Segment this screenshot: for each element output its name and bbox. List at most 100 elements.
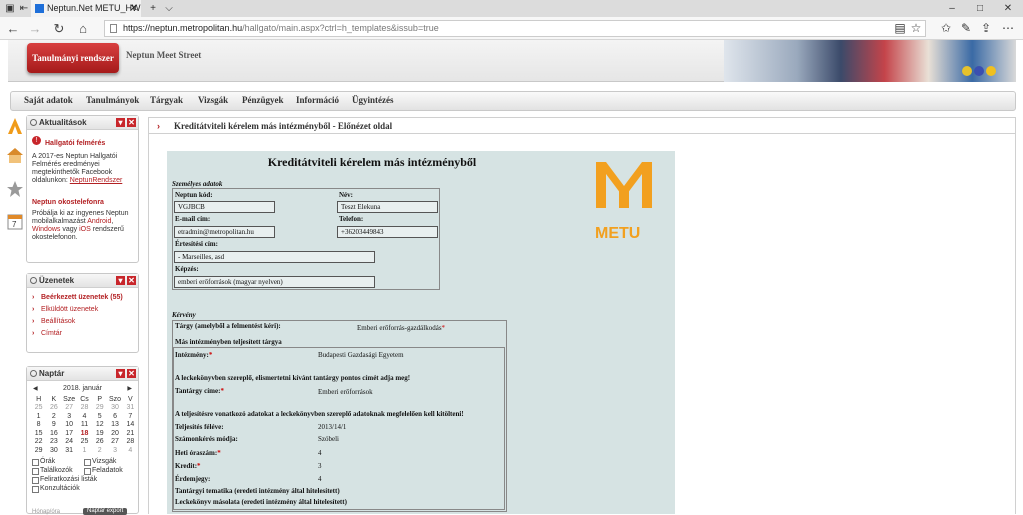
directory-link[interactable]: Címtár <box>27 328 138 340</box>
windows-link[interactable]: Windows <box>32 226 60 233</box>
calendar-day[interactable]: 3 <box>61 412 76 421</box>
calendar-day[interactable]: 4 <box>77 412 92 421</box>
calendar-day[interactable]: 25 <box>77 438 92 447</box>
minimize-box-icon[interactable]: ▾ <box>116 118 125 127</box>
calendar-day[interactable]: 3 <box>107 446 122 455</box>
tab-list-icon[interactable]: ⌵ <box>162 0 176 17</box>
menu-item-penzugyek[interactable]: Pénzügyek <box>242 95 284 105</box>
system-title-button[interactable]: Tanulmányi rendszer <box>27 43 119 73</box>
filter-konzultaciok-checkbox[interactable]: Konzultációk <box>32 485 80 493</box>
calendar-day[interactable]: 24 <box>61 438 76 447</box>
menu-item-informacio[interactable]: Információ <box>296 95 339 105</box>
minimize-box-icon[interactable]: ▾ <box>116 276 125 285</box>
calendar-view-toggle[interactable]: Hónap/óra <box>32 509 60 515</box>
notes-icon[interactable]: ✎ <box>956 17 976 40</box>
calendar-day[interactable]: 12 <box>92 421 107 430</box>
menu-item-sajat-adatok[interactable]: Saját adatok <box>24 95 73 105</box>
flag-icon[interactable] <box>974 66 984 76</box>
calendar-day[interactable]: 26 <box>46 404 61 413</box>
filter-orak-checkbox[interactable]: Órák <box>32 458 55 466</box>
calendar-day[interactable]: 9 <box>46 421 61 430</box>
menu-item-tanulmanyok[interactable]: Tanulmányok <box>86 95 139 105</box>
calendar-day[interactable]: 27 <box>107 438 122 447</box>
more-icon[interactable]: ⋯ <box>998 17 1018 40</box>
refresh-icon[interactable]: ↻ <box>48 17 70 40</box>
new-tab-button[interactable]: + <box>146 0 160 17</box>
filter-talalkozok-checkbox[interactable]: Találkozók <box>32 467 73 475</box>
calendar-day[interactable]: 17 <box>61 429 76 438</box>
browser-tab[interactable]: Neptun.Net METU_HW ✕ <box>31 0 141 17</box>
calendar-day[interactable]: 31 <box>61 446 76 455</box>
tab-close-icon[interactable]: ✕ <box>130 0 138 17</box>
calendar-day[interactable]: 13 <box>107 421 122 430</box>
calendar-day[interactable]: 2 <box>92 446 107 455</box>
inbox-link[interactable]: Beérkezett üzenetek (55) <box>27 292 138 304</box>
calendar-day[interactable]: 19 <box>92 429 107 438</box>
calendar-side-icon[interactable]: 7 <box>6 212 24 230</box>
calendar-day[interactable]: 27 <box>61 404 76 413</box>
calendar-day-today[interactable]: 18 <box>77 429 92 438</box>
star-side-icon[interactable] <box>6 180 24 198</box>
language-icons[interactable] <box>962 66 1002 78</box>
calendar-day[interactable]: 14 <box>123 421 138 430</box>
forward-icon[interactable]: → <box>24 17 46 40</box>
calendar-day[interactable]: 20 <box>107 429 122 438</box>
calendar-day[interactable]: 11 <box>77 421 92 430</box>
calendar-day[interactable]: 28 <box>123 438 138 447</box>
ios-link[interactable]: iOS <box>79 226 91 233</box>
close-box-icon[interactable]: ✕ <box>127 276 136 285</box>
favorites-icon[interactable]: ✩ <box>936 17 956 40</box>
android-link[interactable]: Android <box>87 218 111 225</box>
tab-actions-icon[interactable]: ▣ <box>3 0 17 17</box>
favorite-star-icon[interactable]: ☆ <box>906 17 926 40</box>
favorites-a-icon[interactable] <box>6 117 24 135</box>
calendar-day[interactable]: 16 <box>46 429 61 438</box>
facebook-link[interactable]: NeptunRendszer <box>70 177 123 184</box>
back-icon[interactable]: ← <box>2 17 24 40</box>
calendar-weekdays: H K Sze Cs P Szo V <box>36 395 133 403</box>
flag-icon[interactable] <box>962 66 972 76</box>
close-box-icon[interactable]: ✕ <box>127 118 136 127</box>
menu-item-targyak[interactable]: Tárgyak <box>150 95 183 105</box>
calendar-day[interactable]: 15 <box>31 429 46 438</box>
calendar-day[interactable]: 21 <box>123 429 138 438</box>
minimize-button[interactable]: – <box>938 0 966 17</box>
calendar-day[interactable]: 25 <box>31 404 46 413</box>
minimize-box-icon[interactable]: ▾ <box>116 369 125 378</box>
close-box-icon[interactable]: ✕ <box>127 369 136 378</box>
calendar-day[interactable]: 30 <box>46 446 61 455</box>
next-month-icon[interactable]: ▶ <box>127 385 132 392</box>
filter-feliratkozasi-checkbox[interactable]: Feliratkozási listák <box>32 476 97 484</box>
menu-item-vizsgak[interactable]: Vizsgák <box>198 95 228 105</box>
calendar-day[interactable]: 7 <box>123 412 138 421</box>
calendar-day[interactable]: 1 <box>77 446 92 455</box>
calendar-day[interactable]: 8 <box>31 421 46 430</box>
calendar-day[interactable]: 4 <box>123 446 138 455</box>
calendar-day[interactable]: 26 <box>92 438 107 447</box>
smiley-icon[interactable] <box>986 66 996 76</box>
share-icon[interactable]: ⇪ <box>976 17 996 40</box>
sent-messages-link[interactable]: Elküldött üzenetek <box>27 304 138 316</box>
filter-feladatok-checkbox[interactable]: Feladatok <box>84 467 123 475</box>
calendar-day[interactable]: 10 <box>61 421 76 430</box>
calendar-day[interactable]: 28 <box>77 404 92 413</box>
calendar-day[interactable]: 5 <box>92 412 107 421</box>
url-field[interactable]: https://neptun.metropolitan.hu/hallgato/… <box>104 20 926 37</box>
menu-item-ugyintezes[interactable]: Ügyintézés <box>352 95 394 105</box>
calendar-day[interactable]: 6 <box>107 412 122 421</box>
calendar-day[interactable]: 22 <box>31 438 46 447</box>
calendar-day[interactable]: 29 <box>92 404 107 413</box>
calendar-day[interactable]: 30 <box>107 404 122 413</box>
filter-vizsgak-checkbox[interactable]: Vizsgák <box>84 458 116 466</box>
settings-link[interactable]: Beállítások <box>27 316 138 328</box>
calendar-day[interactable]: 31 <box>123 404 138 413</box>
maximize-button[interactable]: □ <box>966 0 994 17</box>
calendar-day[interactable]: 2 <box>46 412 61 421</box>
home-side-icon[interactable] <box>6 147 24 165</box>
calendar-day[interactable]: 23 <box>46 438 61 447</box>
tab-back-icon[interactable]: ⇤ <box>17 0 31 17</box>
home-icon[interactable]: ⌂ <box>72 17 94 40</box>
window-close-button[interactable]: ✕ <box>994 0 1022 17</box>
calendar-day[interactable]: 29 <box>31 446 46 455</box>
calendar-day[interactable]: 1 <box>31 412 46 421</box>
